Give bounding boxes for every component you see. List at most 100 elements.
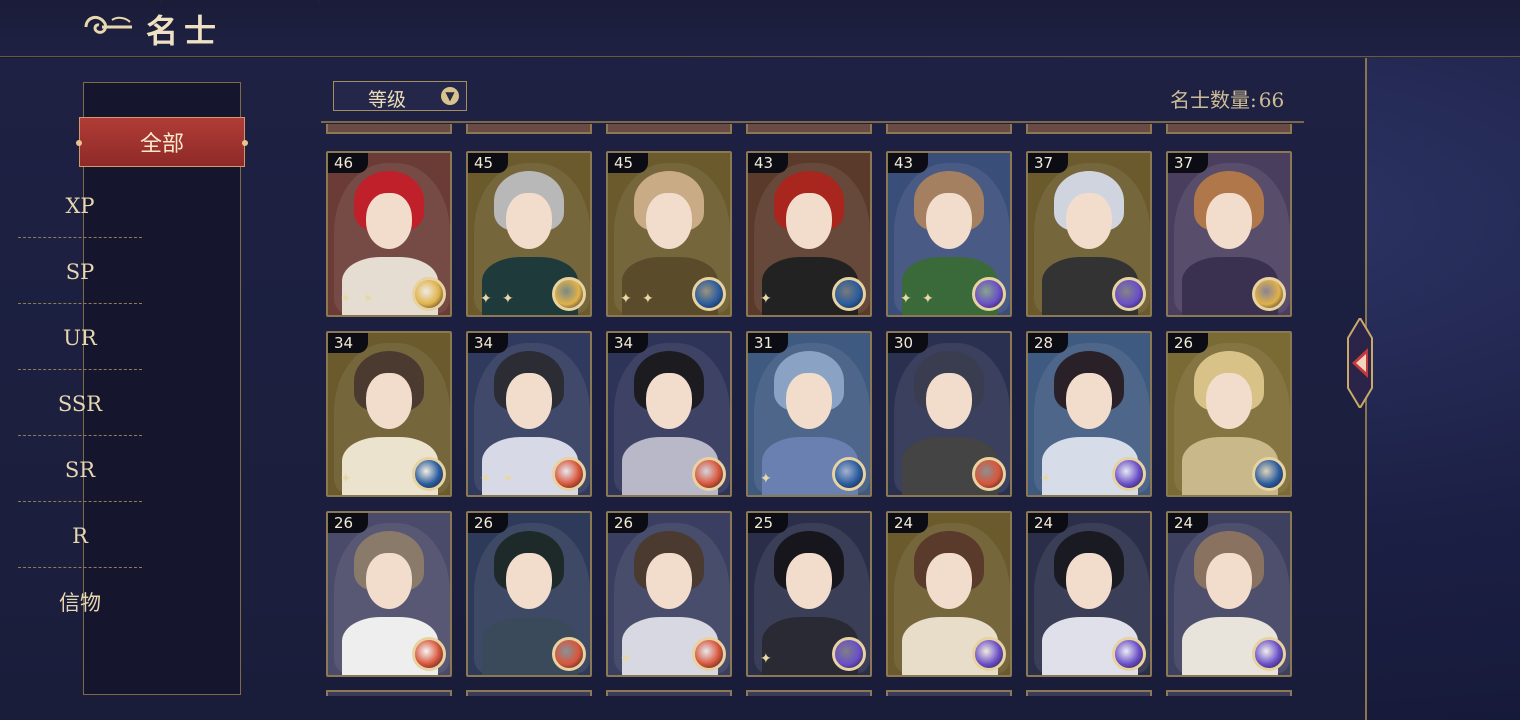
back-icon[interactable] — [82, 10, 134, 44]
level-badge: 34 — [468, 333, 508, 353]
portrait-face — [1206, 553, 1252, 609]
star-icon: ✦ — [480, 291, 492, 307]
element-icon — [692, 637, 726, 671]
character-card[interactable]: 34 ✦ ✦ — [466, 331, 592, 497]
filter-r-tab[interactable]: R — [18, 504, 142, 568]
element-icon — [1252, 277, 1286, 311]
filter-ssr-tab[interactable]: SSR — [18, 372, 142, 436]
filter-sp-tab[interactable]: SP — [18, 240, 142, 304]
filter-xp-tab[interactable]: XP — [18, 174, 142, 238]
star-icon: ✦ — [340, 471, 352, 487]
character-card[interactable]: 37 — [1026, 151, 1152, 317]
character-card-partial[interactable] — [1026, 124, 1152, 134]
character-card[interactable]: 45 ✦ ✦ — [606, 151, 732, 317]
character-card-partial[interactable] — [886, 124, 1012, 134]
star-icon: ✦ — [340, 291, 352, 307]
star-icon: ✦ — [480, 471, 492, 487]
character-card-partial[interactable] — [326, 124, 452, 134]
star-icon: ✦ — [1040, 471, 1052, 487]
element-icon — [832, 277, 866, 311]
page-title: 名士 — [146, 12, 223, 50]
element-icon — [552, 457, 586, 491]
filter-all-tab[interactable]: 全部 — [76, 117, 248, 167]
filter-token-tab[interactable]: 信物 — [18, 570, 142, 634]
star-icon: ✦ — [620, 651, 632, 667]
portrait-face — [926, 373, 972, 429]
character-card-partial[interactable] — [746, 690, 872, 696]
portrait-face — [786, 373, 832, 429]
character-card-partial[interactable] — [1166, 124, 1292, 134]
character-card-partial[interactable] — [886, 690, 1012, 696]
level-badge: 43 — [888, 153, 928, 173]
character-card-partial[interactable] — [326, 690, 452, 696]
level-badge: 37 — [1168, 153, 1208, 173]
level-badge: 26 — [1168, 333, 1208, 353]
character-card[interactable]: 37 — [1166, 151, 1292, 317]
character-card-partial[interactable] — [746, 124, 872, 134]
collapse-arrow-icon[interactable] — [1342, 318, 1378, 408]
level-badge: 34 — [328, 333, 368, 353]
filter-sr-tab[interactable]: SR — [18, 438, 142, 502]
header-bar: 名士 — [0, 0, 1520, 57]
character-card[interactable]: 43 ✦ ✦ — [886, 151, 1012, 317]
character-card[interactable]: 24 — [1026, 511, 1152, 677]
filter-ur-tab[interactable]: UR — [18, 306, 142, 370]
star-icon: ✦ — [502, 471, 514, 487]
element-icon — [692, 277, 726, 311]
character-count: 名士数量: 66 — [1170, 84, 1284, 113]
character-card[interactable]: 30 — [886, 331, 1012, 497]
portrait-face — [366, 373, 412, 429]
divider — [321, 121, 1304, 123]
character-card[interactable]: 24 — [886, 511, 1012, 677]
character-card[interactable]: 46 ✦ ✦ — [326, 151, 452, 317]
character-card[interactable]: 25 ✦ — [746, 511, 872, 677]
character-card[interactable]: 24 — [1166, 511, 1292, 677]
character-card[interactable]: 45 ✦ ✦ — [466, 151, 592, 317]
character-card[interactable]: 26 — [326, 511, 452, 677]
character-card-partial[interactable] — [1166, 690, 1292, 696]
count-label: 名士数量: — [1170, 88, 1257, 112]
character-card[interactable]: 26 — [466, 511, 592, 677]
character-card[interactable]: 31 ✦ — [746, 331, 872, 497]
portrait-face — [366, 553, 412, 609]
character-card-partial[interactable] — [606, 690, 732, 696]
element-icon — [552, 277, 586, 311]
portrait-face — [646, 553, 692, 609]
character-card[interactable]: 43 ✦ — [746, 151, 872, 317]
level-badge: 43 — [748, 153, 788, 173]
element-icon — [552, 637, 586, 671]
portrait-face — [646, 193, 692, 249]
element-icon — [832, 457, 866, 491]
portrait-face — [506, 373, 552, 429]
element-icon — [1252, 637, 1286, 671]
character-card-partial[interactable] — [466, 124, 592, 134]
character-card-partial[interactable] — [606, 124, 732, 134]
element-icon — [412, 637, 446, 671]
level-badge: 26 — [608, 513, 648, 533]
level-badge: 25 — [748, 513, 788, 533]
level-badge: 31 — [748, 333, 788, 353]
portrait-face — [926, 553, 972, 609]
star-icon: ✦ — [502, 291, 514, 307]
level-badge: 26 — [468, 513, 508, 533]
character-card[interactable]: 28 ✦ — [1026, 331, 1152, 497]
sort-dropdown[interactable]: 等级 ▼ — [333, 81, 467, 111]
character-card[interactable]: 34 ✦ — [326, 331, 452, 497]
character-grid[interactable]: 46 ✦ ✦ 45 ✦ ✦ 45 ✦ ✦ 43 ✦ 43 ✦ ✦ 37 37 34 ✦ 34 ✦ ✦ 34 31 ✦ 30 28 ✦… — [320, 124, 1310, 696]
portrait-face — [366, 193, 412, 249]
count-value: 66 — [1258, 88, 1285, 112]
portrait-face — [1066, 193, 1112, 249]
character-card-partial[interactable] — [466, 690, 592, 696]
level-badge: 37 — [1028, 153, 1068, 173]
character-card[interactable]: 26 ✦ — [606, 511, 732, 677]
star-icon: ✦ — [760, 471, 772, 487]
character-card-partial[interactable] — [1026, 690, 1152, 696]
character-card[interactable]: 34 — [606, 331, 732, 497]
portrait-face — [506, 193, 552, 249]
level-badge: 24 — [1028, 513, 1068, 533]
star-icon: ✦ — [362, 291, 374, 307]
star-icon: ✦ — [760, 651, 772, 667]
sort-label: 等级 — [368, 89, 407, 111]
element-icon — [692, 457, 726, 491]
character-card[interactable]: 26 — [1166, 331, 1292, 497]
